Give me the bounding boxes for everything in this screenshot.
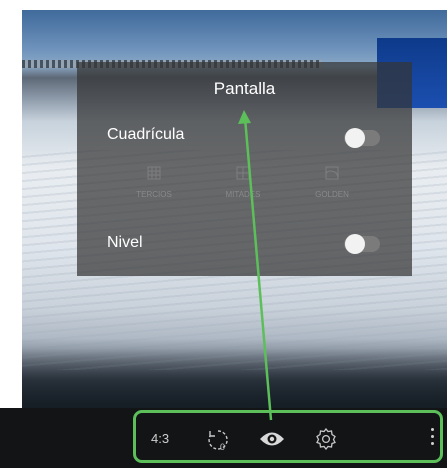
annotation-arrow (238, 110, 273, 421)
